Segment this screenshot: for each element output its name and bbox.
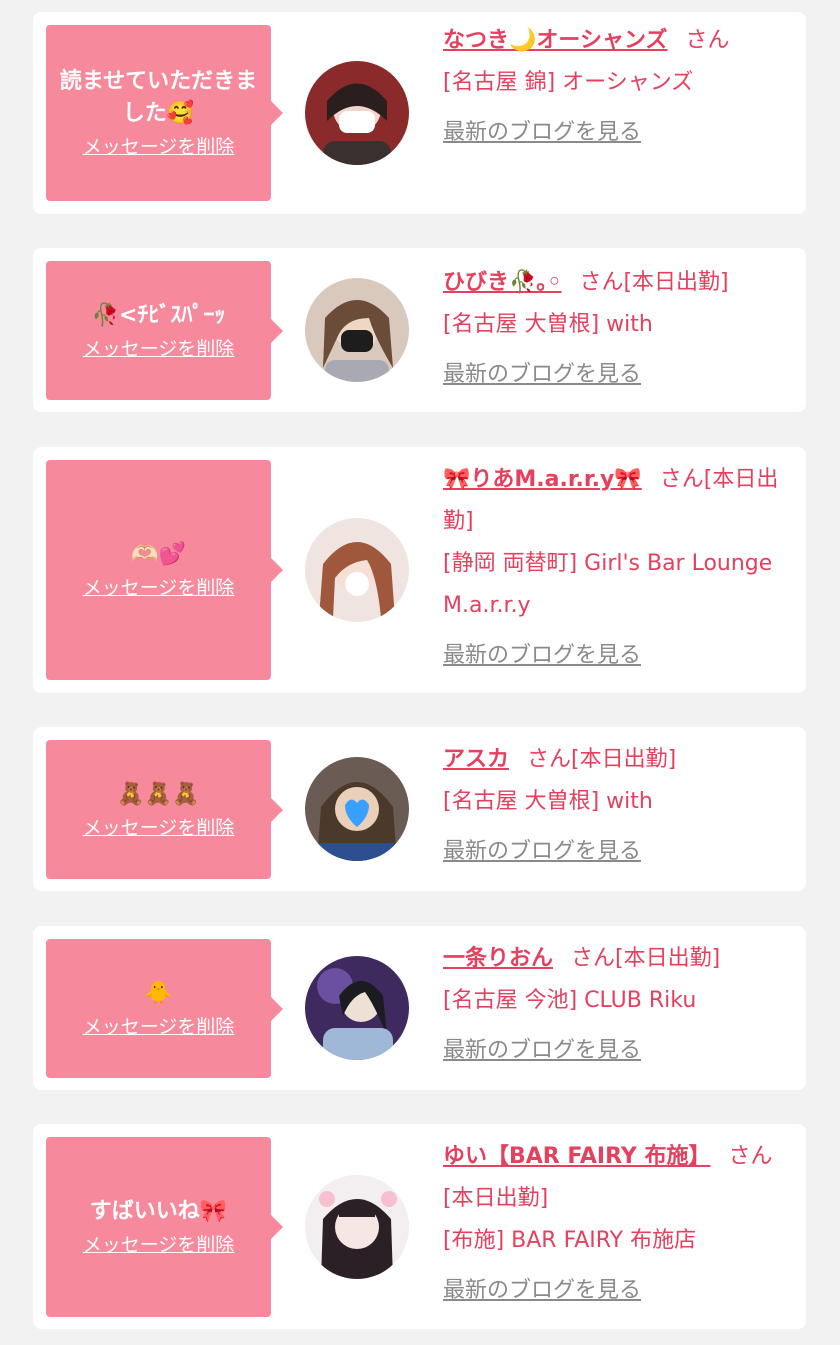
latest-blog-link[interactable]: 最新のブログを見る — [443, 831, 641, 873]
latest-blog-link[interactable]: 最新のブログを見る — [443, 112, 641, 154]
shop-label: [静岡 両替町] Girl's Bar Lounge M.a.r.r.y — [443, 551, 773, 618]
message-list: 読ませていただきました🥰 メッセージを削除 なつき🌙オーシャンズ さん [名古屋 … — [0, 0, 840, 1345]
message-bubble: 🐥 メッセージを削除 — [46, 939, 283, 1078]
shop-label: [名古屋 今池] CLUB Riku — [443, 988, 697, 1013]
message-text: 🫶🏻💕 — [131, 542, 186, 567]
cast-suffix: さん — [685, 28, 730, 53]
delete-message-link[interactable]: メッセージを削除 — [83, 336, 235, 362]
cast-info: なつき🌙オーシャンズ さん [名古屋 錦] オーシャンズ 最新のブログを見る — [443, 20, 788, 154]
cast-info: ひびき🥀｡◦ さん[本日出勤] [名古屋 大曽根] with 最新のブログを見る — [443, 262, 788, 396]
message-bubble: 🥀<ﾁﾋﾞｽﾊﾟｰｯ メッセージを削除 — [46, 261, 283, 400]
message-card: 読ませていただきました🥰 メッセージを削除 なつき🌙オーシャンズ さん [名古屋 … — [33, 12, 806, 214]
latest-blog-link[interactable]: 最新のブログを見る — [443, 1270, 641, 1312]
cast-suffix: さん[本日出勤] — [579, 270, 729, 295]
shop-label: [名古屋 大曽根] with — [443, 312, 653, 337]
message-bubble: 🧸🧸🧸 メッセージを削除 — [46, 740, 283, 879]
avatar[interactable] — [305, 61, 409, 165]
cast-name-link[interactable]: なつき🌙オーシャンズ — [443, 28, 668, 53]
cast-info: ゆい【BAR FAIRY 布施】 さん[本日出勤] [布施] BAR FAIRY … — [443, 1136, 788, 1312]
cast-name-link[interactable]: ゆい【BAR FAIRY 布施】 — [443, 1144, 710, 1169]
cast-info: 一条りおん さん[本日出勤] [名古屋 今池] CLUB Riku 最新のブログを… — [443, 938, 788, 1072]
message-card: すばいいね🎀 メッセージを削除 ゆい【BAR FAIRY 布施】 さん[本日出勤]… — [33, 1124, 806, 1329]
latest-blog-link[interactable]: 最新のブログを見る — [443, 635, 641, 677]
delete-message-link[interactable]: メッセージを削除 — [83, 134, 235, 160]
message-text: すばいいね🎀 — [89, 1199, 228, 1224]
cast-suffix: さん[本日出勤] — [527, 747, 677, 772]
latest-blog-link[interactable]: 最新のブログを見る — [443, 1030, 641, 1072]
message-card: 🫶🏻💕 メッセージを削除 🎀りあM.a.r.r.y🎀 さん[本日出勤] [静岡 両… — [33, 447, 806, 693]
message-text: 🥀<ﾁﾋﾞｽﾊﾟｰｯ — [91, 302, 226, 328]
shop-label: [名古屋 錦] オーシャンズ — [443, 70, 694, 95]
avatar[interactable] — [305, 518, 409, 622]
latest-blog-link[interactable]: 最新のブログを見る — [443, 354, 641, 396]
cast-name-link[interactable]: 🎀りあM.a.r.r.y🎀 — [443, 467, 642, 492]
message-bubble: すばいいね🎀 メッセージを削除 — [46, 1137, 283, 1317]
message-text: 読ませていただきました🥰 — [59, 69, 258, 126]
cast-name-link[interactable]: ひびき🥀｡◦ — [443, 270, 561, 295]
delete-message-link[interactable]: メッセージを削除 — [83, 575, 235, 601]
shop-label: [布施] BAR FAIRY 布施店 — [443, 1228, 697, 1253]
avatar[interactable] — [305, 757, 409, 861]
cast-name-link[interactable]: 一条りおん — [443, 946, 553, 971]
message-bubble: 読ませていただきました🥰 メッセージを削除 — [46, 25, 283, 201]
avatar[interactable] — [305, 278, 409, 382]
message-card: 🧸🧸🧸 メッセージを削除 アスカ さん[本日出勤] [名古屋 大曽根] with … — [33, 727, 806, 891]
cast-name-link[interactable]: アスカ — [443, 747, 509, 772]
avatar[interactable] — [305, 956, 409, 1060]
delete-message-link[interactable]: メッセージを削除 — [83, 1232, 235, 1258]
message-card: 🐥 メッセージを削除 一条りおん さん[本日出勤] [名古屋 今池] CLUB R… — [33, 926, 806, 1090]
message-text: 🐥 — [144, 980, 173, 1006]
delete-message-link[interactable]: メッセージを削除 — [83, 1014, 235, 1040]
cast-suffix: さん[本日出勤] — [571, 946, 721, 971]
message-text: 🧸🧸🧸 — [117, 781, 200, 807]
cast-info: アスカ さん[本日出勤] [名古屋 大曽根] with 最新のブログを見る — [443, 739, 788, 873]
delete-message-link[interactable]: メッセージを削除 — [83, 815, 235, 841]
message-bubble: 🫶🏻💕 メッセージを削除 — [46, 460, 283, 680]
cast-info: 🎀りあM.a.r.r.y🎀 さん[本日出勤] [静岡 両替町] Girl's Ba… — [443, 459, 788, 677]
avatar[interactable] — [305, 1175, 409, 1279]
shop-label: [名古屋 大曽根] with — [443, 789, 653, 814]
message-card: 🥀<ﾁﾋﾞｽﾊﾟｰｯ メッセージを削除 ひびき🥀｡◦ さん[本日出勤] [名古屋 … — [33, 248, 806, 412]
